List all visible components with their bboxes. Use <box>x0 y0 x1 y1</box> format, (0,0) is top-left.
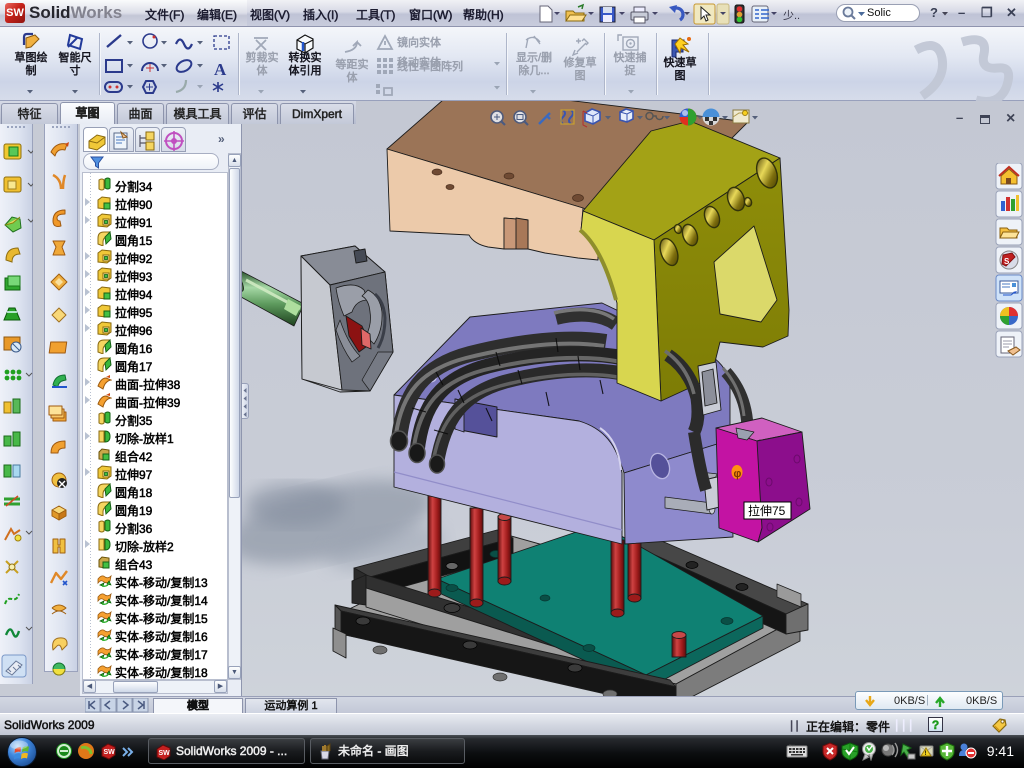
svg-text:拉伸75: 拉伸75 <box>748 503 786 518</box>
svg-text:少..: 少.. <box>783 9 800 22</box>
svg-text:SW: SW <box>159 750 171 757</box>
svg-text:Svv: Svv <box>789 744 795 748</box>
svg-text:S: S <box>1004 257 1010 266</box>
svg-text:φ: φ <box>734 468 742 480</box>
svg-text:A: A <box>214 60 227 79</box>
svg-text:SW: SW <box>104 749 116 756</box>
svg-text:!: ! <box>925 751 927 757</box>
